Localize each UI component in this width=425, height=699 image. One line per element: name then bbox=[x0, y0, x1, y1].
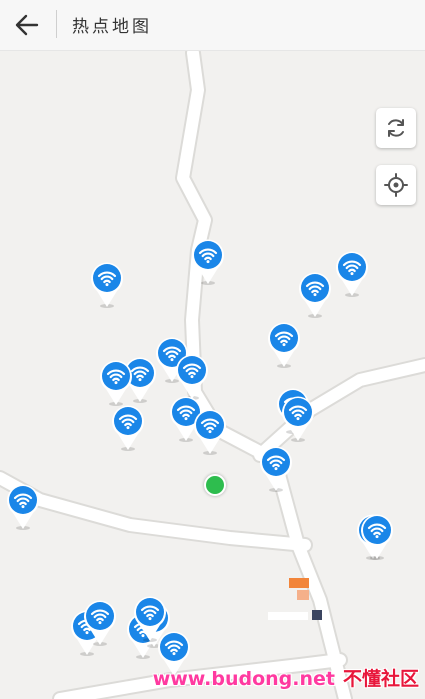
wifi-hotspot-pin[interactable] bbox=[267, 321, 301, 369]
map-building bbox=[297, 590, 309, 600]
wifi-hotspot-pin[interactable] bbox=[175, 353, 209, 401]
crosshair-target-icon bbox=[384, 173, 408, 197]
header-divider bbox=[56, 10, 57, 38]
arrow-left-icon bbox=[15, 14, 39, 36]
wifi-pin-icon bbox=[134, 596, 166, 642]
wifi-pin-icon bbox=[194, 409, 226, 455]
watermark-url: www.budong.net bbox=[152, 668, 335, 690]
hotspot-map[interactable] bbox=[0, 51, 425, 699]
map-building bbox=[289, 578, 309, 588]
wifi-pin-icon bbox=[361, 514, 393, 560]
map-building bbox=[312, 610, 322, 620]
wifi-pin-icon bbox=[112, 405, 144, 451]
wifi-pin-icon bbox=[268, 322, 300, 368]
wifi-hotspot-pin[interactable] bbox=[335, 250, 369, 298]
wifi-pin-icon bbox=[192, 239, 224, 285]
map-building bbox=[268, 612, 308, 620]
wifi-pin-icon bbox=[84, 600, 116, 646]
wifi-hotspot-pin[interactable] bbox=[191, 238, 225, 286]
wifi-hotspot-pin[interactable] bbox=[99, 359, 133, 407]
refresh-button[interactable] bbox=[376, 108, 416, 148]
wifi-pin-icon bbox=[91, 262, 123, 308]
wifi-hotspot-pin[interactable] bbox=[193, 408, 227, 456]
wifi-hotspot-pin[interactable] bbox=[111, 404, 145, 452]
watermark-label: 不懂社区 bbox=[342, 668, 419, 690]
locate-button[interactable] bbox=[376, 165, 416, 205]
page-title: 热点地图 bbox=[72, 17, 152, 37]
wifi-hotspot-pin[interactable] bbox=[6, 483, 40, 531]
top-bar: 热点地图 bbox=[0, 0, 425, 51]
wifi-pin-icon bbox=[336, 251, 368, 297]
wifi-pin-icon bbox=[100, 360, 132, 406]
wifi-pin-icon bbox=[7, 484, 40, 530]
watermark: www.budong.net 不懂社区 bbox=[153, 664, 419, 691]
wifi-hotspot-pin[interactable] bbox=[298, 271, 332, 319]
wifi-hotspot-pin[interactable] bbox=[259, 445, 293, 493]
wifi-pin-icon bbox=[299, 272, 331, 318]
wifi-hotspot-pin[interactable] bbox=[360, 513, 394, 561]
map-roads bbox=[0, 51, 425, 699]
wifi-hotspot-pin[interactable] bbox=[133, 595, 167, 643]
wifi-hotspot-pin[interactable] bbox=[83, 599, 117, 647]
back-button[interactable] bbox=[10, 8, 44, 42]
wifi-pin-icon bbox=[282, 396, 314, 442]
user-location-dot bbox=[204, 474, 226, 496]
wifi-pin-icon bbox=[260, 446, 292, 492]
refresh-icon bbox=[388, 119, 404, 137]
wifi-hotspot-pin[interactable] bbox=[90, 261, 124, 309]
wifi-pin-icon bbox=[176, 354, 208, 400]
wifi-hotspot-pin[interactable] bbox=[281, 395, 315, 443]
